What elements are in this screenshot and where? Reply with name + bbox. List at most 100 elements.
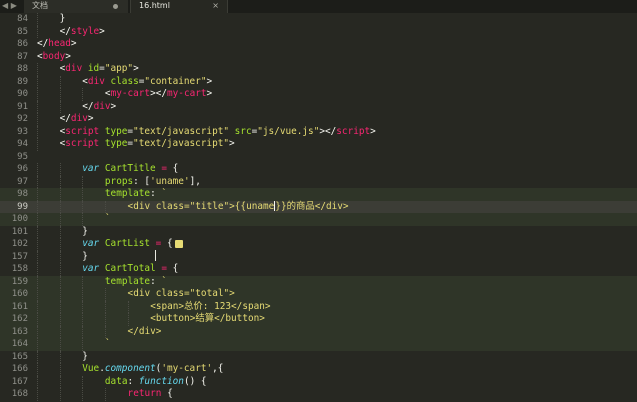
token: } [59,13,66,24]
close-icon[interactable]: × [212,0,219,12]
line-number: 88 [17,64,28,74]
token: my-cart [167,88,207,99]
forward-arrow-icon[interactable]: ▶ [11,1,17,10]
indent-guide [59,188,61,201]
code-line[interactable]: 92 </div> [0,113,637,126]
code-text: <div class="title">{{uname}}的商品</div> [128,201,349,214]
code-line[interactable]: 158 var CartTotal = { [0,263,637,276]
token: } [82,225,88,237]
code-line[interactable]: 86 </head> [0,38,637,51]
token: body [42,50,66,62]
back-arrow-icon[interactable]: ◀ [2,1,8,10]
code-text: ` [105,213,111,226]
code-text: <span>总价: 123</span> [150,301,270,314]
code-line[interactable]: 159 template: ` [0,275,637,288]
modified-dot-icon[interactable] [113,4,118,9]
token: ], [189,175,201,187]
code-line[interactable]: 97 props: ['uname'], [0,175,637,188]
indent-guide [37,100,38,113]
code-line[interactable]: 90 <my-cart></my-cart> [0,88,637,101]
indent-guide [37,238,38,251]
code-line[interactable]: 163 </div> [0,325,637,338]
code-line[interactable]: 160 <div class="total"> [0,288,637,301]
token: > [87,113,94,124]
code-line[interactable]: 162 <button>结算</button> [0,313,637,326]
code-line[interactable]: 87 <body> [0,51,637,64]
token: }}的商品</div> [275,200,349,212]
token: } [82,250,88,262]
token: ` [161,188,168,199]
indent-guide [37,188,38,201]
code-line[interactable]: 166 Vue.component('my-cart',{ [0,363,637,376]
token: > [65,50,71,62]
token: </ [59,25,71,37]
code-text: Vue.component('my-cart',{ [82,363,223,376]
nav-arrows[interactable]: ◀ ▶ [2,0,17,13]
code-text: var CartTotal = { [82,263,178,276]
code-text: } [60,13,66,26]
indent-guide [59,238,61,251]
code-line[interactable]: 100 ` [0,213,637,226]
indent-guide [37,175,38,188]
indent-guide [82,338,84,351]
token: div [70,113,88,124]
token: src [234,125,252,137]
code-line[interactable]: 161 <span>总价: 123</span> [0,300,637,314]
code-line[interactable]: 91 </div> [0,100,637,113]
code-line[interactable]: 164 ` [0,338,637,351]
tab-wendang[interactable]: 文档 [24,0,128,13]
code-line[interactable]: 99 <div class="title">{{uname}}的商品</div> [0,200,637,214]
code-line[interactable]: 102 var CartList = { [0,238,637,251]
token: ` [161,275,168,287]
code-line[interactable]: 165} [0,350,637,363]
token: <button>结算</button> [150,313,265,324]
code-line[interactable]: 89 <div class="container"> [0,75,637,88]
token: CartList [104,238,151,249]
token: props [104,175,134,187]
indent-guide [59,88,61,101]
token: script [336,125,371,137]
indent-guide [37,213,38,226]
tab-16-html[interactable]: 16.html × [130,0,228,13]
line-number: 166 [11,364,28,374]
token: > [206,75,213,87]
code-text: <script type="text/javascript" src="js/v… [60,126,376,139]
token: : [150,188,162,199]
code-line[interactable]: 85 </style> [0,25,637,38]
token: <div class="title">{{uname [127,200,275,212]
token: <span>总价: 123</span> [150,300,271,312]
indent-guide [59,325,61,338]
code-line[interactable]: 84} [0,13,637,26]
code-editor[interactable]: 84} 85 </style> 86 </head> 87 <body> 88 <div id=… [0,13,637,402]
token: template [104,275,151,287]
indent-guide [59,175,61,188]
line-number: 97 [17,176,28,187]
code-line[interactable]: 95 [0,151,637,164]
code-text: } [82,251,88,264]
line-number: 163 [11,326,28,337]
token: > [110,100,117,112]
tab-bar: ◀ ▶ 文档 16.html × [0,0,637,13]
indent-guide [59,250,61,263]
indent-guide [59,225,61,238]
indent-guide [59,213,61,226]
fold-marker-icon[interactable] [174,239,183,248]
indent-guide [82,275,84,288]
indent-guide [37,275,38,288]
code-line[interactable]: 98 template: ` [0,188,637,201]
code-line[interactable]: 93 <script type="text/javascript" src="js… [0,125,637,139]
code-line[interactable]: 94 <script type="text/javascript"> [0,138,637,151]
indent-guide [82,388,84,401]
token: { [166,163,179,174]
token: > [70,38,77,49]
line-number: 95 [17,151,28,162]
code-line[interactable]: 88 <div id="app"> [0,63,637,76]
code-line[interactable]: 157} [0,250,637,264]
indent-guide [82,325,84,338]
code-line[interactable]: 167 data: function() { [0,375,637,388]
code-line[interactable]: 101} [0,225,637,238]
code-line[interactable]: 96 var CartTitle = { [0,163,637,176]
code-text: var CartTitle = { [82,163,178,176]
code-line[interactable]: 168 return { [0,388,637,401]
indent-guide [37,350,38,363]
